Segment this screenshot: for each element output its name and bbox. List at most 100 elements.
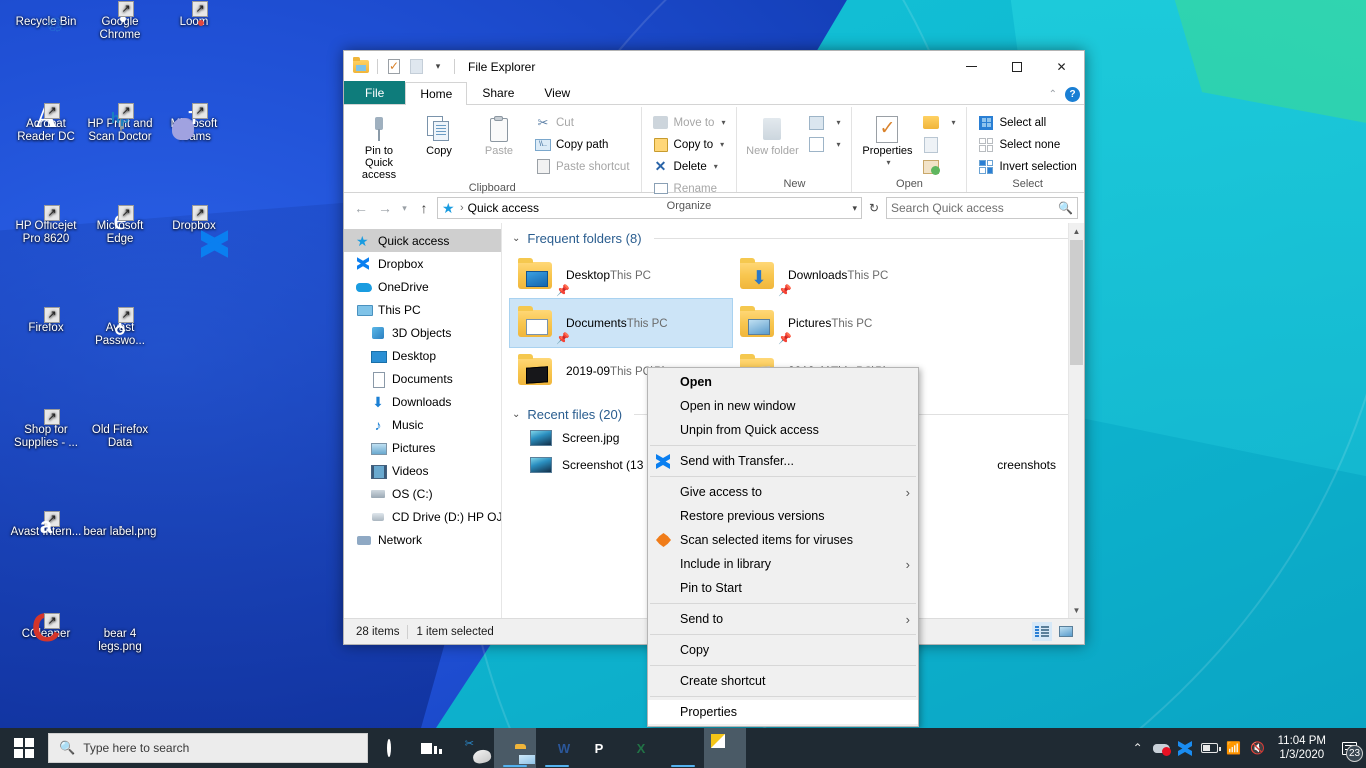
sidebar-item-3d-objects[interactable]: 3D Objects: [344, 321, 501, 344]
scroll-down-arrow[interactable]: ▼: [1069, 602, 1084, 618]
sidebar-item-documents[interactable]: Documents: [344, 367, 501, 390]
sidebar-item-cd-drive-d-hp-oj[interactable]: CD Drive (D:) HP OJ: [344, 505, 501, 528]
sidebar-item-onedrive[interactable]: OneDrive: [344, 275, 501, 298]
copy-path-button[interactable]: \\.. Copy path: [530, 134, 635, 155]
sidebar-item-os-c[interactable]: OS (C:): [344, 482, 501, 505]
context-menu-item-scan-selected-items-for-viruses[interactable]: Scan selected items for viruses: [648, 528, 918, 552]
chevron-down-icon-2[interactable]: ⌄: [512, 409, 520, 420]
desktop-icon[interactable]: Acrobat Reader DC: [8, 103, 84, 144]
properties-icon[interactable]: [383, 56, 405, 78]
rename-button[interactable]: Rename: [648, 178, 731, 199]
firefox-button[interactable]: [662, 728, 704, 768]
chevron-down-icon[interactable]: ▾: [836, 140, 840, 149]
context-menu[interactable]: Open Open in new window Unpin from Quick a…: [647, 367, 919, 727]
details-view-button[interactable]: [1032, 622, 1052, 641]
tab-file[interactable]: File: [344, 81, 406, 104]
context-menu-item-send-with-transfer[interactable]: Send with Transfer...: [648, 449, 918, 473]
taskbar-search-box[interactable]: 🔍 Type here to search: [48, 733, 368, 763]
desktop-icon[interactable]: CCleaner: [8, 613, 84, 642]
sidebar-item-this-pc[interactable]: This PC: [344, 298, 501, 321]
chevron-down-icon[interactable]: ▾: [836, 118, 840, 127]
open-with-button[interactable]: ▾: [918, 112, 960, 133]
minimize-button[interactable]: [949, 51, 994, 82]
context-menu-item-unpin-from-quick-access[interactable]: Unpin from Quick access: [648, 418, 918, 442]
search-icon[interactable]: 🔍: [1058, 201, 1073, 215]
quick-access-toolbar[interactable]: ▾: [350, 56, 460, 78]
chevron-down-icon[interactable]: ▾: [951, 118, 955, 127]
delete-button[interactable]: ✕ Delete ▾: [648, 156, 731, 177]
chevron-down-icon[interactable]: ⌄: [512, 233, 520, 244]
desktop-icon[interactable]: Firefox: [8, 307, 84, 335]
forward-button[interactable]: →: [374, 197, 396, 219]
context-menu-item-include-in-library[interactable]: Include in library ›: [648, 552, 918, 576]
ribbon-tabs[interactable]: File Home Share View ⌃ ?: [344, 81, 1084, 105]
desktop-icon[interactable]: Dropbox: [156, 205, 232, 258]
content-scrollbar[interactable]: ▲ ▼: [1068, 223, 1084, 618]
context-menu-item-copy[interactable]: Copy: [648, 638, 918, 662]
context-menu-item-give-access-to[interactable]: Give access to ›: [648, 480, 918, 504]
word-button[interactable]: [536, 728, 578, 768]
large-icons-view-button[interactable]: [1056, 622, 1076, 641]
new-folder-button[interactable]: New folder: [743, 109, 801, 157]
pin-to-quick-access-button[interactable]: Pin to Quick access: [350, 109, 408, 181]
dropbox-tray-icon[interactable]: [1174, 728, 1198, 768]
folder-tile[interactable]: PicturesThis PC 📌: [732, 299, 954, 347]
back-button[interactable]: ←: [350, 197, 372, 219]
window-titlebar[interactable]: ▾ File Explorer ✕: [344, 51, 1084, 82]
frequent-folders-header[interactable]: ⌄ Frequent folders (8): [502, 223, 1084, 248]
scrollbar-thumb[interactable]: [1070, 240, 1083, 365]
desktop-icon[interactable]: Loom: [156, 1, 232, 29]
context-menu-item-restore-previous-versions[interactable]: Restore previous versions: [648, 504, 918, 528]
cortana-button[interactable]: [368, 728, 410, 768]
help-icon[interactable]: ?: [1065, 87, 1080, 102]
recent-locations-button[interactable]: ▾: [398, 197, 411, 219]
sidebar-item-quick-access[interactable]: Quick access: [344, 229, 501, 252]
view-toggle-group[interactable]: [1032, 622, 1080, 641]
window-controls[interactable]: ✕: [949, 51, 1084, 82]
desktop-icon[interactable]: bear label.png: [82, 526, 158, 539]
context-menu-item-pin-to-start[interactable]: Pin to Start: [648, 576, 918, 600]
move-to-button[interactable]: Move to ▾: [648, 112, 731, 133]
context-menu-item-open[interactable]: Open: [648, 370, 918, 394]
desktop-icon[interactable]: Avast Passwo...: [82, 307, 158, 348]
sidebar-item-music[interactable]: Music: [344, 413, 501, 436]
copy-button[interactable]: Copy: [410, 109, 468, 157]
sidebar-item-videos[interactable]: Videos: [344, 459, 501, 482]
context-menu-item-properties[interactable]: Properties: [648, 700, 918, 724]
refresh-icon[interactable]: ↻: [864, 197, 884, 219]
desktop-icon[interactable]: aAvast Intern...: [8, 511, 84, 539]
task-view-button[interactable]: [410, 728, 452, 768]
paste-button[interactable]: Paste: [470, 109, 528, 157]
edit-button[interactable]: [918, 134, 960, 155]
select-none-button[interactable]: Select none: [973, 134, 1081, 155]
sidebar-item-network[interactable]: Network: [344, 528, 501, 551]
snip-sketch-button[interactable]: [452, 728, 494, 768]
folder-tile[interactable]: DesktopThis PC 📌: [510, 251, 732, 299]
tab-view[interactable]: View: [529, 81, 585, 104]
file-explorer-button[interactable]: [494, 728, 536, 768]
desktop-icon[interactable]: ♲ Recycle Bin: [8, 16, 84, 36]
chevron-down-icon[interactable]: ▾: [721, 118, 725, 127]
folder-tile[interactable]: ⬇ DownloadsThis PC 📌: [732, 251, 954, 299]
tab-share[interactable]: Share: [467, 81, 529, 104]
chevron-down-icon[interactable]: ▾: [886, 157, 890, 169]
sticky-notes-button[interactable]: [704, 728, 746, 768]
clock[interactable]: 11:04 PM 1/3/2020: [1270, 728, 1334, 768]
close-button[interactable]: ✕: [1039, 51, 1084, 82]
folder-tile[interactable]: DocumentsThis PC 📌: [509, 298, 733, 348]
history-button[interactable]: [918, 156, 960, 177]
paste-shortcut-button[interactable]: Paste shortcut: [530, 156, 635, 177]
ribbon-panel[interactable]: Pin to Quick access Copy Paste Cut \\.. Copy …: [344, 105, 1084, 212]
chevron-down-icon[interactable]: ▾: [714, 162, 718, 171]
cut-button[interactable]: Cut: [530, 112, 635, 133]
collapse-ribbon-icon[interactable]: ⌃: [1049, 89, 1057, 100]
desktop-icon[interactable]: Google Chrome: [82, 1, 158, 42]
new-folder-icon[interactable]: [405, 56, 427, 78]
sidebar-item-downloads[interactable]: Downloads: [344, 390, 501, 413]
customize-qat-caret[interactable]: ▾: [427, 56, 449, 78]
up-button[interactable]: ↑: [413, 197, 435, 219]
desktop-icon[interactable]: bear 4 legs.png: [82, 628, 158, 654]
properties-button[interactable]: Properties▾: [858, 109, 916, 169]
maximize-button[interactable]: [994, 51, 1039, 82]
invert-selection-button[interactable]: Invert selection: [973, 156, 1081, 177]
